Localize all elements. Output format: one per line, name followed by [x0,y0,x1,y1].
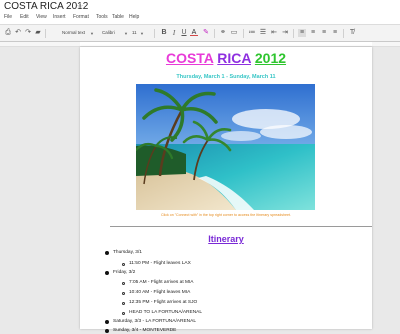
list-item: Saturday, 3/3 - LA FORTUNA/ARENAL [113,319,196,324]
toolbar-divider [293,29,294,38]
underline-icon[interactable]: U [180,29,188,37]
toolbar-divider [214,29,215,38]
beach-photo [136,84,315,210]
text-color-icon[interactable]: A [190,29,198,36]
chevron-down-icon[interactable]: ▼ [90,31,94,36]
sub-bullet-icon [122,282,125,285]
clear-formatting-icon[interactable]: T̸ [348,29,356,37]
sub-bullet-icon [122,292,125,295]
print-icon[interactable]: ⎙ [4,29,12,37]
menu-file[interactable]: File [4,14,12,21]
italic-icon[interactable]: I [170,29,178,37]
toolbar-divider [343,29,344,38]
align-center-icon[interactable]: ≡ [309,29,317,37]
bullet-icon [105,271,109,275]
list-item: Thursday, 3/1 [113,250,142,255]
toolbar-divider [243,29,244,38]
undo-icon[interactable]: ↶ [14,29,22,37]
bold-icon[interactable]: B [160,29,168,37]
font-select[interactable]: Calibri [102,30,115,36]
list-item: 12:35 PM - Flight arrives at SJO [129,300,198,305]
heading-word: RICA [217,50,251,66]
bullet-icon [105,320,109,324]
list-item: Friday, 3/2 [113,270,136,275]
star-icon[interactable]: ☆ [76,1,84,12]
heading-word: 2012 [254,50,287,66]
menu-insert[interactable]: Insert [53,14,66,21]
numbered-list-icon[interactable]: ≔ [248,29,256,37]
align-left-icon[interactable]: ≡ [298,29,306,37]
menu-tools[interactable]: Tools [96,14,108,21]
redo-icon[interactable]: ↷ [24,29,32,37]
heading-word: COSTA [165,50,214,66]
document-page[interactable]: COSTA RICA 2012 Thursday, March 1 - Sund… [80,47,372,333]
list-item: 10:40 AM - Flight leaves MIA [129,290,191,295]
photo-caption: Click on "Connect with" in the top right… [161,213,291,217]
toolbar: ⎙ ↶ ↷ ▰ Normal text ▼ Calibri ▼ 11 ▼ B I… [0,24,400,42]
bullet-icon [105,329,109,333]
bullet-icon [105,251,109,255]
page-heading: COSTA RICA 2012 [80,50,372,67]
sub-bullet-icon [122,302,125,305]
align-right-icon[interactable]: ≡ [320,29,328,37]
indent-less-icon[interactable]: ⇤ [270,29,278,37]
chevron-down-icon[interactable]: ▼ [140,31,144,36]
sub-bullet-icon [122,312,125,315]
link-icon[interactable]: ⚭ [219,29,227,37]
menu-table[interactable]: Table [112,14,124,21]
menu-bar: File Edit View Insert Format Tools Table… [0,12,400,24]
trip-dates: Thursday, March 1 - Sunday, March 11 [176,74,276,80]
ruler-page-area [80,42,372,46]
list-item: 11:50 PM - Flight leaves LAX [129,261,191,266]
style-select[interactable]: Normal text [62,30,85,36]
list-item: 7:05 AM - Flight arrives at MIA [129,280,194,285]
list-item: HEAD TO LA FORTUNA/ARENAL [129,310,203,315]
menu-format[interactable]: Format [73,14,89,21]
itinerary-title: Itinerary [208,234,244,244]
bulleted-list-icon[interactable]: ☰ [259,29,267,37]
indent-more-icon[interactable]: ⇥ [281,29,289,37]
highlight-color-icon[interactable]: ✎ [202,29,210,37]
font-size-select[interactable]: 11 [132,30,137,36]
justify-icon[interactable]: ≡ [331,29,339,37]
menu-edit[interactable]: Edit [20,14,29,21]
chevron-down-icon[interactable]: ▼ [124,31,128,36]
divider-line [110,226,372,227]
comment-icon[interactable]: ▭ [230,29,238,37]
paint-format-icon[interactable]: ▰ [34,29,42,37]
menu-help[interactable]: Help [129,14,139,21]
toolbar-divider [45,29,46,38]
title-bar: COSTA RICA 2012 ☆ [0,0,400,12]
menu-view[interactable]: View [36,14,47,21]
toolbar-divider [154,29,155,38]
sub-bullet-icon [122,263,125,266]
